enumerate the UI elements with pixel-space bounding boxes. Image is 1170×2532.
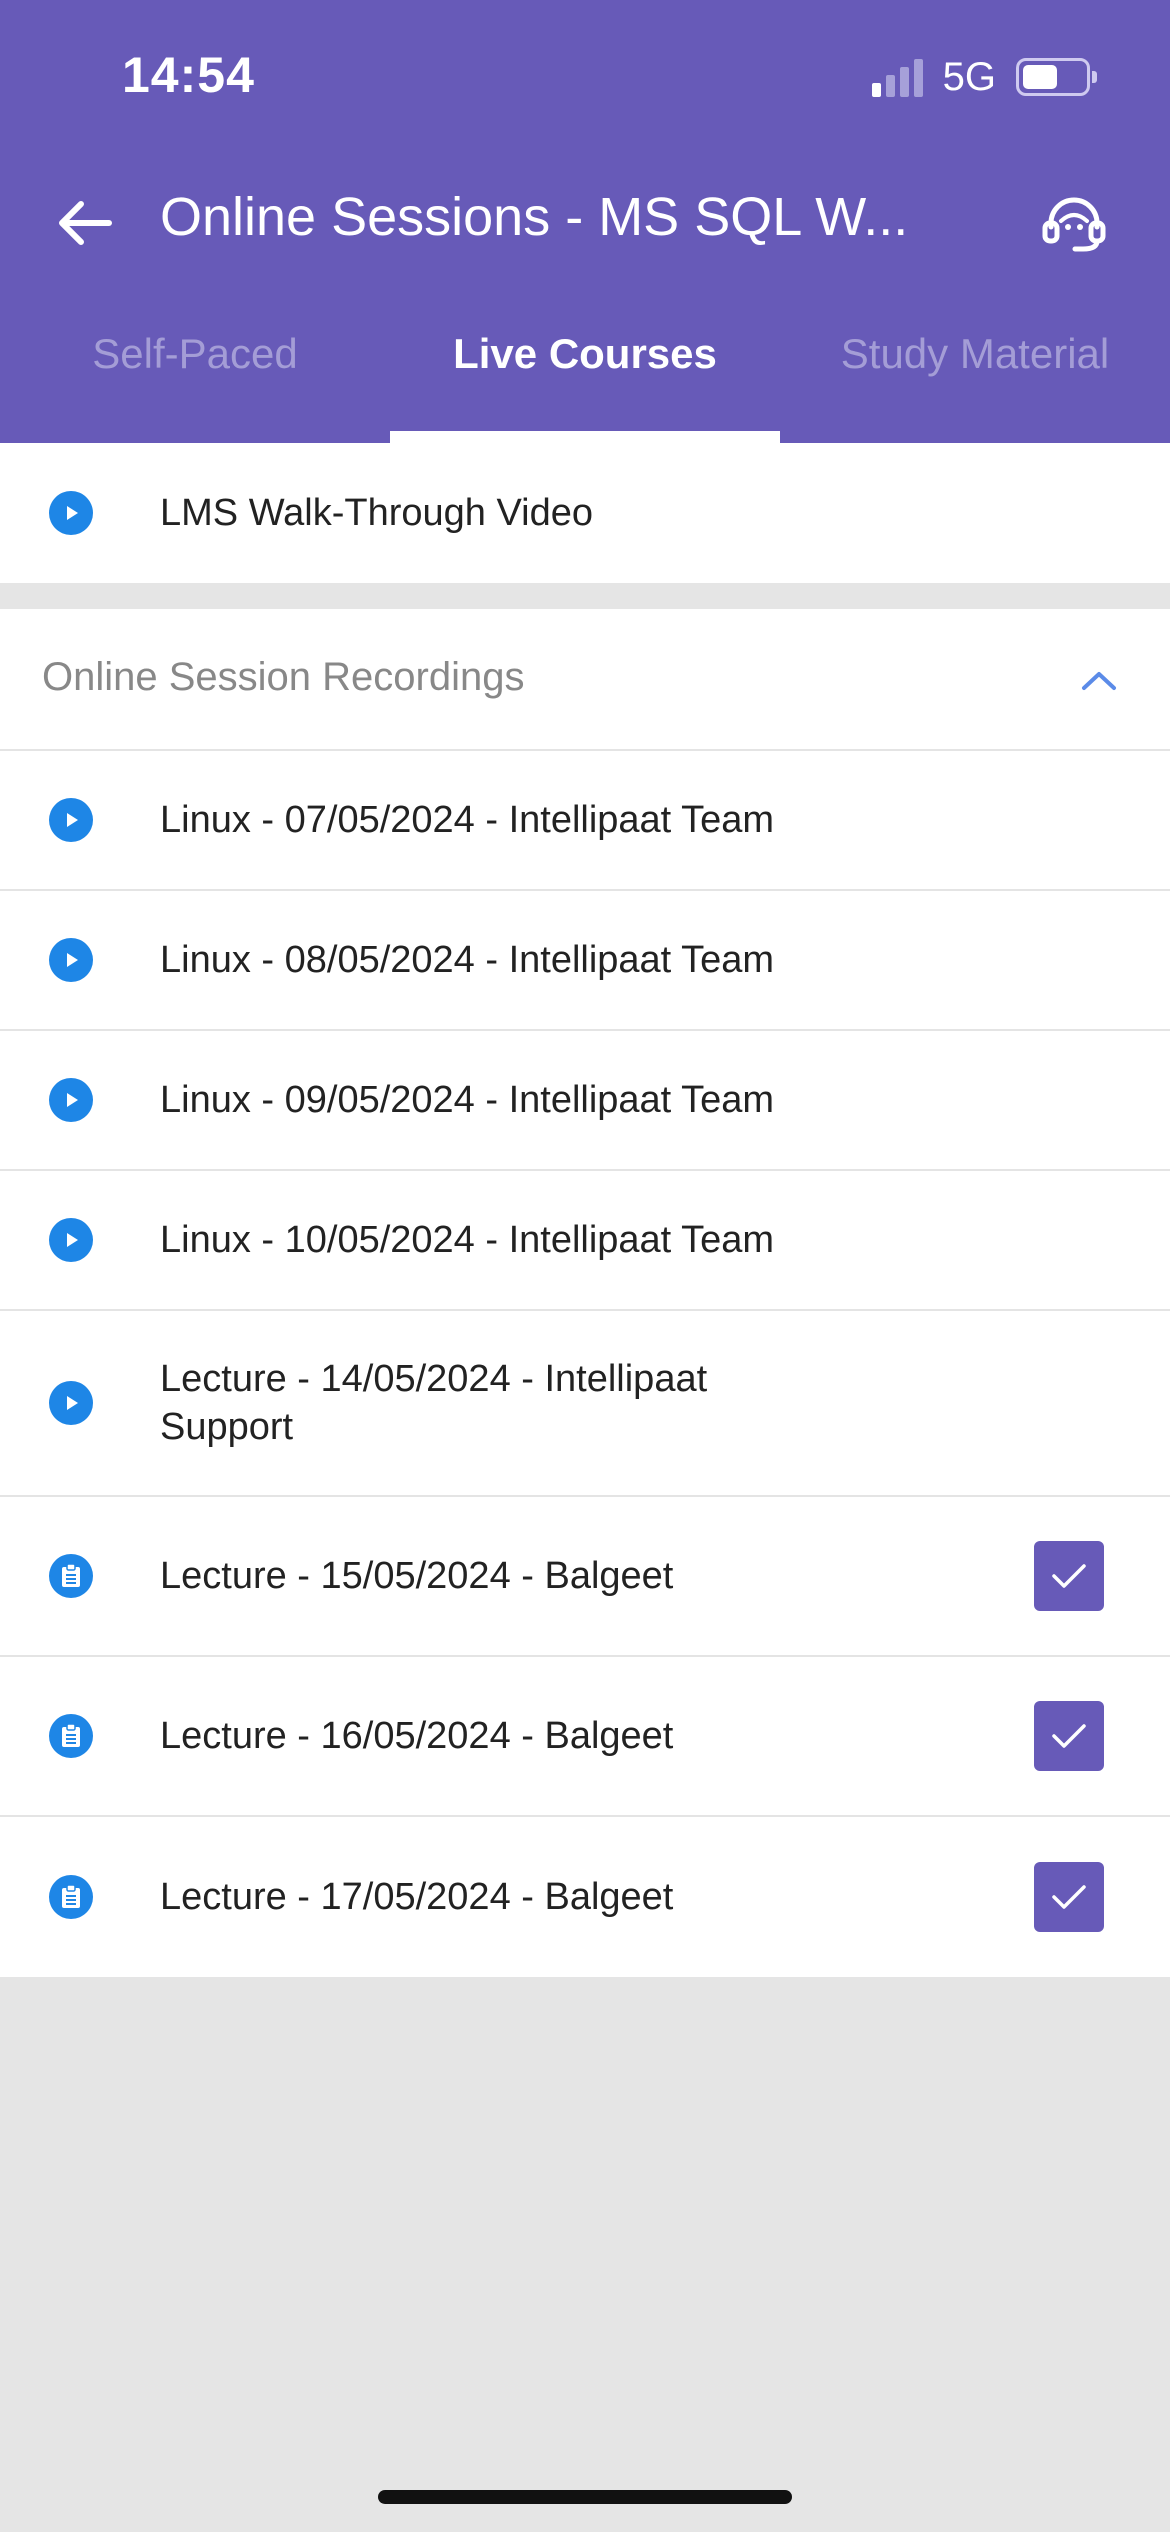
tab-self-paced[interactable]: Self-Paced (0, 300, 390, 443)
toolbar: Online Sessions - MS SQL W... (0, 170, 1170, 270)
recording-item[interactable]: Lecture - 15/05/2024 - Balgeet (0, 1497, 1170, 1657)
recordings-section-header[interactable]: Online Session Recordings (0, 609, 1170, 751)
status-bar: 14:54 5G (0, 0, 1170, 150)
check-icon (1052, 1564, 1086, 1588)
battery-icon (1016, 58, 1097, 96)
recording-label: Lecture - 17/05/2024 - Balgeet (160, 1876, 674, 1918)
arrow-left-icon (59, 201, 112, 245)
play-icon (48, 937, 94, 983)
network-type: 5G (942, 54, 996, 99)
back-button[interactable] (50, 188, 120, 258)
walkthrough-video-item[interactable]: LMS Walk-Through Video (0, 443, 1170, 583)
chevron-up-icon[interactable] (1076, 657, 1122, 703)
status-time: 14:54 (122, 47, 255, 103)
home-indicator (378, 2490, 792, 2504)
section-divider (0, 583, 1170, 609)
signal-icon (871, 57, 923, 97)
support-button[interactable] (1036, 188, 1112, 258)
status-indicators: 5G (871, 52, 1097, 102)
check-icon (1052, 1885, 1086, 1909)
recording-item[interactable]: Linux - 09/05/2024 - Intellipaat Team (0, 1031, 1170, 1171)
recording-label: Linux - 07/05/2024 - Intellipaat Team (160, 799, 775, 841)
headset-icon (1042, 197, 1106, 252)
content-area: LMS Walk-Through Video Online Session Re… (0, 443, 1170, 1977)
recording-label: Lecture - 16/05/2024 - Balgeet (160, 1715, 674, 1757)
recording-item[interactable]: Lecture - 14/05/2024 - Intellipaat Suppo… (0, 1311, 1170, 1497)
recordings-section-title: Online Session Recordings (42, 655, 525, 699)
recording-label: Linux - 09/05/2024 - Intellipaat Team (160, 1079, 775, 1121)
tab-bar: Self-Paced Live Courses Study Material (0, 300, 1170, 443)
walkthrough-video-label: LMS Walk-Through Video (160, 492, 593, 534)
recording-label-line-1: Lecture - 14/05/2024 - Intellipaat (160, 1358, 708, 1400)
tab-live-courses[interactable]: Live Courses (390, 300, 780, 443)
app-header: 14:54 5G Online Sessions - MS SQL W... S… (0, 0, 1170, 443)
recording-item[interactable]: Linux - 08/05/2024 - Intellipaat Team (0, 891, 1170, 1031)
document-icon (48, 1713, 94, 1759)
play-icon (48, 1077, 94, 1123)
tab-study-material[interactable]: Study Material (780, 300, 1170, 443)
play-icon (48, 797, 94, 843)
recording-item[interactable]: Lecture - 17/05/2024 - Balgeet (0, 1817, 1170, 1977)
document-icon (48, 1874, 94, 1920)
recording-item[interactable]: Linux - 10/05/2024 - Intellipaat Team (0, 1171, 1170, 1311)
check-icon (1052, 1724, 1086, 1748)
page-title: Online Sessions - MS SQL W... (160, 187, 909, 247)
play-icon (48, 490, 94, 536)
completed-checkbox[interactable] (1034, 1701, 1104, 1771)
play-icon (48, 1380, 94, 1426)
recording-item[interactable]: Linux - 07/05/2024 - Intellipaat Team (0, 751, 1170, 891)
recording-label-line-2: Support (160, 1406, 294, 1448)
recording-item[interactable]: Lecture - 16/05/2024 - Balgeet (0, 1657, 1170, 1817)
completed-checkbox[interactable] (1034, 1862, 1104, 1932)
recording-label: Lecture - 14/05/2024 - Intellipaat Suppo… (160, 1355, 707, 1451)
completed-checkbox[interactable] (1034, 1541, 1104, 1611)
document-icon (48, 1553, 94, 1599)
recording-label: Lecture - 15/05/2024 - Balgeet (160, 1555, 674, 1597)
recording-label: Linux - 08/05/2024 - Intellipaat Team (160, 939, 775, 981)
play-icon (48, 1217, 94, 1263)
recording-label: Linux - 10/05/2024 - Intellipaat Team (160, 1219, 775, 1261)
